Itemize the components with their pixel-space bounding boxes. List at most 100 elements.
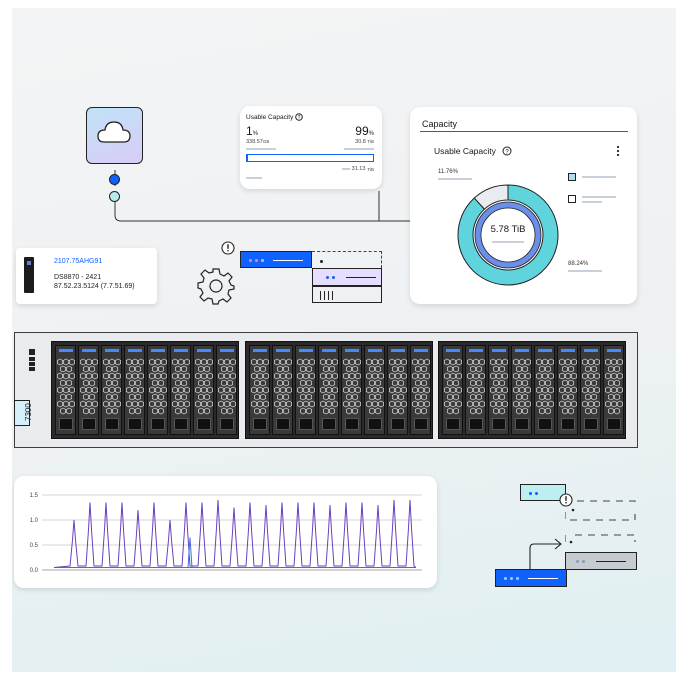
- drive-bay[interactable]: [387, 345, 408, 435]
- drive-mesh: [467, 358, 485, 415]
- server-unit-gray: [312, 286, 382, 303]
- drive-led: [414, 349, 428, 352]
- drive-mesh: [126, 358, 144, 415]
- node-dot-teal: [109, 191, 120, 202]
- dashed-server-outline: [565, 500, 636, 521]
- legend-swatch-white: [568, 195, 576, 203]
- drive-latch: [368, 418, 382, 430]
- donut-center-value: 5.78 TiB: [490, 224, 526, 235]
- drive-mesh: [412, 358, 430, 415]
- drive-mesh: [582, 358, 600, 415]
- drive-led: [253, 349, 267, 352]
- free-unit: TiB: [367, 139, 374, 144]
- spike-series: [53, 499, 417, 568]
- drive-bay[interactable]: [410, 345, 431, 435]
- device-version: 87.52.23.5124 (7.7.51.69): [54, 283, 135, 290]
- drive-latch: [469, 418, 483, 430]
- drive-bay[interactable]: [465, 345, 486, 435]
- device-serial[interactable]: 2107.75AHG91: [54, 258, 102, 265]
- illustration-canvas: Usable Capacity ? 1% 99% 338.57GB 30.8 T…: [12, 8, 676, 672]
- device-thumbnail: [24, 257, 34, 293]
- capacity-subtitle: Usable Capacity: [434, 146, 496, 156]
- performance-chart-card: 1.5 1.0 0.5 0.0: [14, 476, 437, 588]
- drive-bay[interactable]: [147, 345, 168, 435]
- device-model: DS8870 - 2421: [54, 274, 102, 281]
- drive-led: [584, 349, 598, 352]
- drive-led: [607, 349, 621, 352]
- drive-latch: [82, 418, 96, 430]
- drive-latch: [561, 418, 575, 430]
- drive-mesh: [513, 358, 531, 415]
- usable-capacity-card: Usable Capacity ? 1% 99% 338.57GB 30.8 T…: [240, 106, 382, 189]
- drive-mesh: [389, 358, 407, 415]
- legend-swatch-teal: [568, 173, 576, 181]
- drive-group: [51, 341, 239, 439]
- drive-latch: [414, 418, 428, 430]
- drive-led: [492, 349, 506, 352]
- donut-label-small: 11.76%: [438, 169, 458, 175]
- total-unit: TiB: [367, 166, 374, 172]
- drive-led: [561, 349, 575, 352]
- drive-bay[interactable]: [318, 345, 339, 435]
- drive-bay[interactable]: [101, 345, 122, 435]
- flow-arrow: [529, 538, 562, 572]
- help-icon: ?: [295, 113, 304, 121]
- performance-line-chart: 1.5 1.0 0.5 0.0: [30, 493, 422, 574]
- drive-bay[interactable]: [580, 345, 601, 435]
- drive-bay[interactable]: [55, 345, 76, 435]
- drive-latch: [607, 418, 621, 430]
- y-tick-label: 1.5: [30, 493, 39, 499]
- free-value: 30.8: [355, 139, 366, 145]
- drive-mesh: [320, 358, 338, 415]
- drive-bay[interactable]: [341, 345, 362, 435]
- donut-hole: [480, 207, 536, 263]
- drive-bay[interactable]: [193, 345, 214, 435]
- drive-mesh: [297, 358, 315, 415]
- drive-led: [299, 349, 313, 352]
- placeholder-bar: [582, 201, 602, 203]
- drive-bay[interactable]: [124, 345, 145, 435]
- drive-bay[interactable]: [216, 345, 237, 435]
- drive-mesh: [559, 358, 577, 415]
- drive-mesh: [218, 358, 236, 415]
- drive-bay[interactable]: [557, 345, 578, 435]
- drive-latch: [59, 418, 73, 430]
- drive-mesh: [103, 358, 121, 415]
- drive-bay[interactable]: [603, 345, 624, 435]
- drive-led: [345, 349, 359, 352]
- drive-led: [538, 349, 552, 352]
- drive-led: [220, 349, 234, 352]
- svg-text:?: ?: [298, 115, 301, 121]
- drive-bay[interactable]: [295, 345, 316, 435]
- overflow-menu-icon[interactable]: [614, 145, 622, 157]
- placeholder-bar: [438, 178, 472, 180]
- drive-bay[interactable]: [78, 345, 99, 435]
- drive-bay[interactable]: [534, 345, 555, 435]
- usable-progress-bar: [246, 154, 374, 162]
- drive-led: [276, 349, 290, 352]
- drive-bay[interactable]: [272, 345, 293, 435]
- drive-mesh: [195, 358, 213, 415]
- usable-pct-right-unit: %: [368, 131, 374, 137]
- drive-bay[interactable]: [488, 345, 509, 435]
- drive-bay[interactable]: [249, 345, 270, 435]
- placeholder-bar: [568, 270, 602, 272]
- total-value: 31.13: [351, 166, 366, 172]
- server-unit-blue: [240, 251, 312, 268]
- drive-bay[interactable]: [511, 345, 532, 435]
- drive-latch: [446, 418, 460, 430]
- drive-led: [515, 349, 529, 352]
- usable-pct-left: 1: [246, 124, 253, 138]
- placeholder-bar: [246, 177, 262, 179]
- drive-led: [174, 349, 188, 352]
- drive-bay[interactable]: [442, 345, 463, 435]
- drive-led: [128, 349, 142, 352]
- drive-bay[interactable]: [170, 345, 191, 435]
- drive-led: [197, 349, 211, 352]
- device-info-card: 2107.75AHG91 DS8870 - 2421 87.52.23.5124…: [16, 248, 157, 304]
- y-tick-label: 1.0: [30, 518, 39, 524]
- drive-bay[interactable]: [364, 345, 385, 435]
- alert-icon: [221, 241, 235, 255]
- capacity-title-underline: [420, 131, 628, 132]
- drive-latch: [174, 418, 188, 430]
